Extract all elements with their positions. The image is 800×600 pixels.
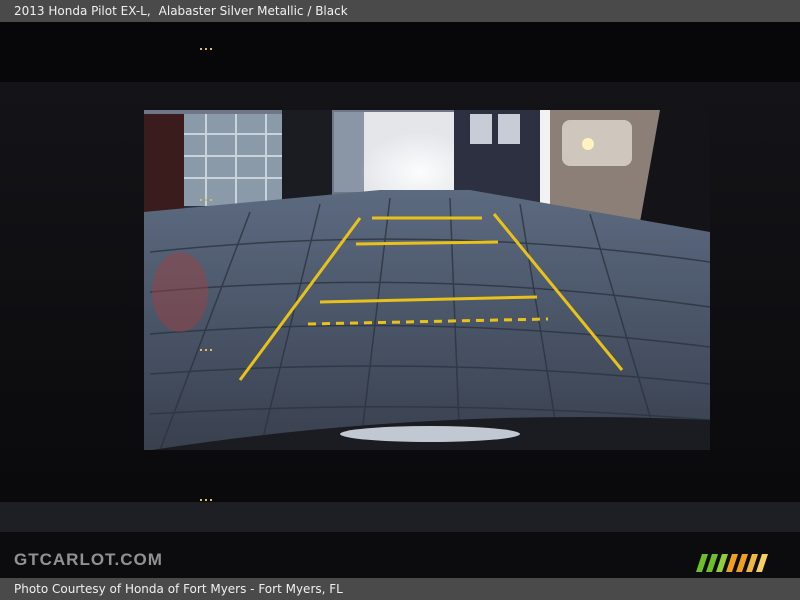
guide-mid-line bbox=[355, 240, 499, 246]
caption-bar: Photo Courtesy of Honda of Fort Myers - … bbox=[0, 578, 800, 600]
gtcarlot-logo-icon bbox=[696, 554, 768, 572]
camera-screen bbox=[144, 110, 711, 451]
photo-scene bbox=[0, 22, 800, 578]
backup-camera-photo bbox=[0, 22, 800, 578]
parked-car bbox=[562, 120, 632, 166]
tile-floor bbox=[144, 190, 710, 450]
vehicle-color: Alabaster Silver Metallic / Black bbox=[158, 4, 348, 18]
title-bar: 2013 Honda Pilot EX-L, Alabaster Silver M… bbox=[0, 0, 800, 22]
watermark: GTCARLOT.COM bbox=[14, 550, 163, 569]
photo-credit: Photo Courtesy of Honda of Fort Myers - … bbox=[14, 582, 343, 596]
dash-lower-trim bbox=[0, 502, 800, 532]
vehicle-title: 2013 Honda Pilot EX-L, bbox=[14, 4, 151, 18]
